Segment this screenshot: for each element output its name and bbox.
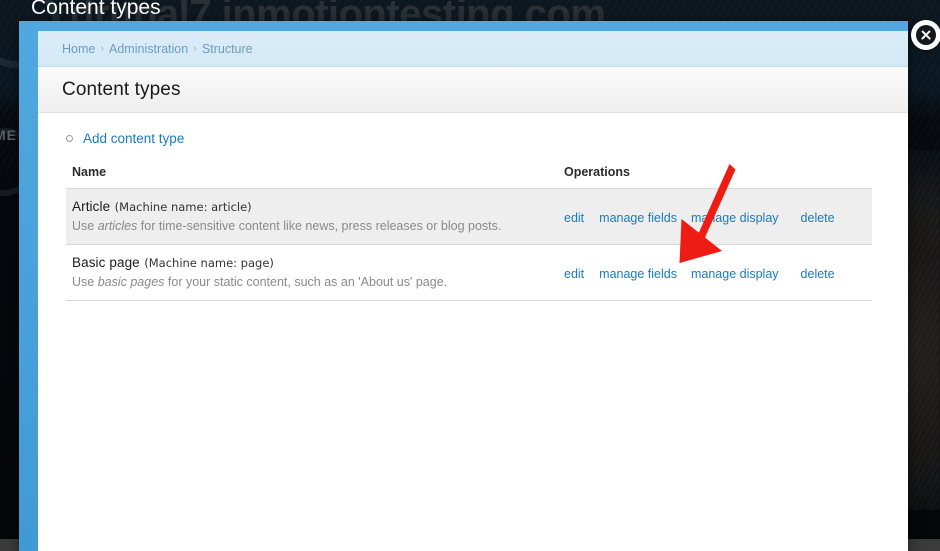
description-emphasis: basic pages [97, 275, 165, 289]
description-emphasis: articles [97, 219, 138, 233]
operations-cell: edit manage fields manage display delete [556, 244, 872, 301]
background-menu-text: ME [0, 127, 17, 143]
operation-manage-display[interactable]: manage display [691, 211, 779, 225]
content-type-machine-name: (Machine name: article) [114, 200, 252, 214]
page-content: Add content type Name Operations Article… [38, 113, 908, 550]
operation-delete[interactable]: delete [801, 211, 835, 225]
content-type-name: Basic page [72, 255, 140, 270]
background-page-title: Content types [31, 0, 161, 19]
description-part: Use [72, 275, 98, 289]
content-types-table: Name Operations Article (Machine name: a… [66, 163, 872, 301]
description-part: for time-sensitive content like news, pr… [137, 219, 502, 233]
operation-manage-fields[interactable]: manage fields [599, 267, 677, 281]
operation-manage-display[interactable]: manage display [691, 267, 779, 281]
page-header: Content types [38, 67, 908, 113]
content-type-description: Use basic pages for your static content,… [72, 275, 556, 290]
column-header-operations: Operations [556, 163, 872, 189]
table-row: Basic page (Machine name: page) Use basi… [66, 244, 872, 301]
content-type-name: Article [72, 199, 111, 214]
action-links-list: Add content type [62, 127, 884, 149]
description-part: for your static content, such as an 'Abo… [164, 275, 448, 289]
column-header-name: Name [66, 163, 556, 189]
content-type-cell: Basic page (Machine name: page) Use basi… [66, 244, 556, 301]
operation-edit[interactable]: edit [564, 211, 584, 225]
breadcrumb-item-administration[interactable]: Administration [109, 42, 188, 56]
modal-content-panel: Home › Administration › Structure Conten… [38, 31, 908, 551]
content-type-cell: Article (Machine name: article) Use arti… [66, 188, 556, 245]
page-title: Content types [62, 78, 181, 100]
operation-manage-fields[interactable]: manage fields [599, 211, 677, 225]
operation-edit[interactable]: edit [564, 267, 584, 281]
content-type-description: Use articles for time-sensitive content … [72, 219, 556, 234]
breadcrumb-separator: › [100, 42, 105, 55]
close-icon [916, 25, 936, 45]
operations-cell: edit manage fields manage display delete [556, 188, 872, 245]
bullet-ring-icon [66, 134, 73, 142]
add-content-type-link[interactable]: Add content type [83, 131, 184, 146]
modal-dialog: Home › Administration › Structure Conten… [19, 21, 908, 551]
description-part: Use [72, 219, 98, 233]
breadcrumb-separator: › [193, 42, 197, 55]
breadcrumb: Home › Administration › Structure [38, 31, 908, 67]
table-header-row: Name Operations [66, 163, 872, 189]
close-modal-button[interactable] [911, 20, 940, 50]
table-row: Article (Machine name: article) Use arti… [66, 188, 872, 245]
operation-delete[interactable]: delete [801, 267, 835, 281]
breadcrumb-item-home[interactable]: Home [62, 42, 95, 56]
content-type-machine-name: (Machine name: page) [144, 256, 274, 270]
list-item: Add content type [66, 127, 884, 149]
breadcrumb-item-structure[interactable]: Structure [202, 42, 253, 56]
